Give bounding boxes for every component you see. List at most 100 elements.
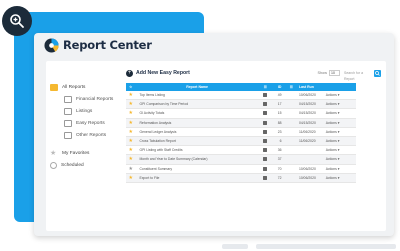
search-icon	[375, 70, 380, 76]
report-name: GPI Listing with Staff Credits	[139, 148, 183, 153]
favorite-star-icon[interactable]: ★	[126, 147, 135, 153]
favorite-star-icon[interactable]: ★	[126, 101, 135, 107]
report-type-icon	[259, 157, 272, 162]
actions-dropdown[interactable]: Actions ▾	[322, 111, 356, 115]
last-run-date: 04/15/2020	[298, 120, 316, 125]
sidebar-item-other-reports[interactable]: Other Reports	[50, 129, 124, 141]
table-row[interactable]: ★ GPI Comparison by Time Period 17 04/15/20…	[126, 100, 356, 110]
sidebar-item-label: Listings	[76, 108, 93, 114]
last-run-date: 10/06/2020	[298, 166, 316, 171]
table-row[interactable]: ★ Top Items Listing 49 10/06/2020 Actions ▾	[126, 91, 356, 101]
report-id: 17	[277, 102, 282, 107]
table-row[interactable]: ★ Cross Tabulation Report 6 11/06/2020 Actio…	[126, 136, 356, 147]
last-run-date: 11/06/2020	[298, 129, 316, 134]
app-header: Report Center	[34, 33, 394, 57]
search-button[interactable]	[374, 69, 381, 77]
report-type-icon	[259, 166, 272, 171]
col-favorite: ☆	[129, 85, 133, 89]
report-id: 88	[277, 120, 282, 125]
col-type[interactable]: ☰	[259, 85, 272, 89]
sidebar-item-scheduled[interactable]: Scheduled	[50, 159, 124, 171]
add-report-button[interactable]: Add New Easy Report	[136, 70, 190, 76]
favorite-star-icon[interactable]: ★	[126, 110, 135, 116]
actions-dropdown[interactable]: Actions ▾	[322, 148, 356, 152]
last-run-date: 10/06/2020	[298, 93, 316, 98]
footer-bar	[222, 244, 248, 249]
actions-dropdown[interactable]: Actions ▾	[322, 102, 356, 106]
favorite-star-icon[interactable]: ★	[126, 129, 135, 135]
sidebar-item-financial-reports[interactable]: Financial Reports	[50, 93, 124, 105]
sidebar-item-label: Financial Reports	[76, 96, 114, 102]
table-row[interactable]: ★ Constituent Summary 70 10/06/2020 Actions …	[126, 165, 356, 174]
report-type-icon	[259, 175, 272, 180]
folder-outline-icon	[64, 119, 72, 127]
report-name: Cross Tabulation Report	[139, 139, 176, 144]
report-name: GI Activity Totals	[139, 111, 165, 116]
report-name: Month and Year to Date Summary (Calendar…	[139, 157, 208, 162]
favorite-star-icon[interactable]: ★	[126, 175, 135, 181]
content-panel: All Reports Financial Reports Listings E…	[46, 61, 386, 231]
report-center-logo-icon	[44, 37, 59, 53]
main-area: + Add New Easy Report Show 10 Search for…	[126, 67, 381, 183]
actions-dropdown[interactable]: Actions ▾	[322, 167, 356, 171]
footer-bar	[256, 244, 396, 249]
sidebar-item-label: My Favorites	[62, 150, 90, 156]
report-type-icon	[259, 148, 272, 153]
sidebar-item-favorites[interactable]: ★ My Favorites	[50, 147, 124, 159]
search-input[interactable]: Search for a Report	[344, 70, 374, 81]
table-row[interactable]: ★ GI Activity Totals 15 04/15/2020 Actions ▾	[126, 109, 356, 119]
last-run-date: 04/15/2020	[298, 102, 316, 107]
report-name: General Ledger Analysis	[139, 129, 177, 134]
table-row[interactable]: ★ Reformation Analysis 88 04/15/2020 Actions…	[126, 118, 356, 128]
table-row[interactable]: ★ Month and Year to Date Summary (Calenda…	[126, 155, 356, 165]
col-report-name[interactable]: Report Name	[135, 85, 258, 89]
report-type-icon	[259, 129, 272, 134]
favorite-star-icon[interactable]: ★	[126, 166, 135, 172]
col-count[interactable]: ☰	[283, 85, 294, 89]
report-name: Constituent Summary	[139, 166, 173, 171]
actions-dropdown[interactable]: Actions ▾	[322, 176, 356, 180]
sidebar-item-all-reports[interactable]: All Reports	[50, 81, 124, 93]
folder-outline-icon	[64, 107, 72, 115]
sidebar-item-label: Scheduled	[61, 162, 84, 168]
sidebar-item-label: All Reports	[62, 84, 86, 90]
table-row[interactable]: ★ GPI Listing with Staff Credits 36 Actions…	[126, 146, 356, 156]
col-last-run[interactable]: Last Run	[295, 85, 322, 89]
report-type-icon	[259, 139, 272, 144]
favorite-star-icon[interactable]: ★	[126, 156, 135, 162]
report-id: 72	[277, 175, 282, 180]
col-id[interactable]: ID	[272, 85, 283, 89]
actions-dropdown[interactable]: Actions ▾	[322, 130, 356, 134]
favorite-star-icon[interactable]: ★	[126, 120, 135, 126]
folder-icon	[50, 83, 58, 91]
last-run-date: 11/06/2020	[298, 139, 316, 144]
report-name: Reformation Analysis	[139, 120, 172, 125]
report-id: 36	[277, 148, 282, 153]
actions-dropdown[interactable]: Actions ▾	[322, 157, 356, 161]
table-controls: Show 10 Search for a Report	[317, 69, 381, 81]
actions-dropdown[interactable]: Actions ▾	[322, 93, 356, 97]
folder-outline-icon	[64, 95, 72, 103]
favorite-star-icon[interactable]: ★	[126, 138, 135, 144]
actions-dropdown[interactable]: Actions ▾	[322, 121, 356, 125]
show-count-select[interactable]: 10	[329, 70, 340, 76]
table-row[interactable]: ★ General Ledger Analysis 23 11/06/2020 Acti…	[126, 128, 356, 137]
report-id: 37	[277, 157, 282, 162]
sidebar: All Reports Financial Reports Listings E…	[50, 81, 124, 171]
report-name: Top Items Listing	[139, 93, 165, 98]
report-type-icon	[259, 93, 272, 98]
actions-dropdown[interactable]: Actions ▾	[322, 139, 356, 143]
last-run-date: 10/06/2020	[298, 175, 316, 180]
table-row[interactable]: ★ Export to File 72 10/06/2020 Actions ▾	[126, 173, 356, 183]
show-label: Show	[317, 71, 328, 75]
table-header: ☆ Report Name ☰ ID ☰ Last Run	[126, 83, 356, 91]
zoom-in-icon	[10, 14, 24, 28]
sidebar-item-listings[interactable]: Listings	[50, 105, 124, 117]
report-id: 70	[277, 166, 282, 171]
add-icon[interactable]: +	[126, 69, 133, 77]
sidebar-item-easy-reports[interactable]: Easy Reports	[50, 117, 124, 129]
favorite-star-icon[interactable]: ★	[126, 92, 135, 98]
report-type-icon	[259, 120, 272, 125]
sidebar-item-label: Other Reports	[76, 132, 107, 138]
zoom-in-button[interactable]	[2, 6, 32, 36]
